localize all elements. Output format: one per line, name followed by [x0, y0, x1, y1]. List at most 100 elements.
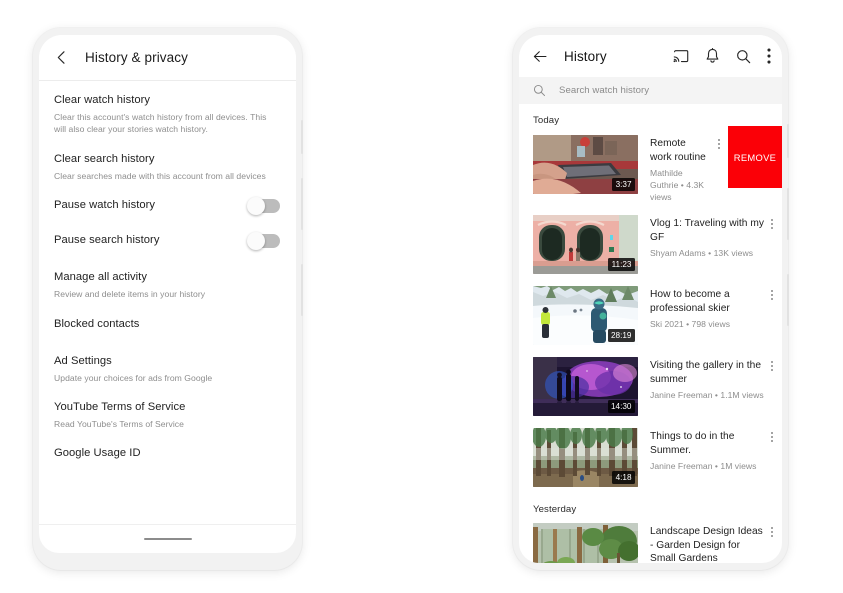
dot: [771, 227, 773, 229]
setting-title: Ad Settings: [54, 354, 112, 367]
section-label-yesterday: Yesterday: [533, 504, 577, 515]
dot: [771, 369, 773, 371]
dot: [771, 298, 773, 300]
youtube-history-screen: History Search watch history Today 3:37 …: [519, 35, 782, 563]
back-chevron-icon[interactable]: [53, 49, 70, 66]
setting-title: Blocked contacts: [54, 317, 140, 330]
setting-row-manage-all-activity[interactable]: Manage all activity Review and delete it…: [39, 270, 296, 300]
dot: [771, 432, 773, 434]
video-duration: 14:30: [607, 400, 635, 413]
video-duration: 4:18: [612, 471, 635, 484]
search-icon: [533, 84, 546, 97]
video-title: How to become a professional skier: [650, 289, 730, 314]
settings-list: Clear watch history Clear this account's…: [39, 81, 296, 461]
dot: [718, 147, 720, 149]
video-overflow-menu-icon[interactable]: [765, 523, 779, 537]
setting-text: Pause search history: [54, 233, 239, 248]
setting-text: Clear search history Clear searches made…: [54, 152, 280, 182]
history-item[interactable]: 28:19 How to become a professional skier…: [519, 286, 782, 345]
video-thumbnail[interactable]: 28:19: [533, 286, 638, 345]
setting-row-clear-watch-history[interactable]: Clear watch history Clear this account's…: [39, 93, 296, 136]
setting-title: Pause watch history: [54, 199, 156, 212]
home-indicator-area: [39, 524, 296, 553]
overflow-menu-icon[interactable]: [767, 48, 771, 64]
dot: [771, 219, 773, 221]
dot: [771, 361, 773, 363]
remove-swipe-action-button[interactable]: REMOVE: [728, 126, 782, 188]
video-title: Visiting the gallery in the summer: [650, 360, 762, 385]
video-info: Visiting the gallery in the summer Janin…: [638, 357, 765, 401]
youtube-header: History: [519, 35, 782, 77]
setting-subtitle: Read YouTube's Terms of Service: [54, 419, 184, 430]
history-item[interactable]: 3:37 Remote work routine Mathilde Guthri…: [519, 126, 782, 203]
dot: [771, 436, 773, 438]
setting-title: Pause search history: [54, 234, 160, 247]
pause-watch-history-toggle[interactable]: [247, 196, 280, 215]
setting-row-ad-settings[interactable]: Ad Settings Update your choices for ads …: [39, 354, 296, 384]
back-arrow-icon[interactable]: [532, 49, 549, 64]
phone-device-youtube: History Search watch history Today 3:37 …: [513, 28, 789, 570]
settings-screen: History & privacy Clear watch history Cl…: [39, 35, 296, 553]
video-title: Things to do in the Summer.: [650, 431, 735, 456]
search-watch-history-bar[interactable]: Search watch history: [519, 77, 782, 104]
video-thumbnail[interactable]: 14:30: [533, 357, 638, 416]
dot: [771, 527, 773, 529]
setting-row-pause-search-history[interactable]: Pause search history: [39, 231, 296, 250]
home-indicator[interactable]: [143, 537, 192, 541]
video-thumbnail[interactable]: 4:18: [533, 428, 638, 487]
dot: [771, 440, 773, 442]
setting-text: Pause watch history: [54, 198, 239, 213]
history-item[interactable]: 14:30 Visiting the gallery in the summer…: [519, 357, 782, 416]
video-thumbnail[interactable]: 11:23: [533, 215, 638, 274]
video-overflow-menu-icon[interactable]: [765, 428, 779, 442]
thumbnail-image-garden-fence-greenery: [533, 523, 638, 563]
setting-text: Ad Settings Update your choices for ads …: [54, 354, 280, 384]
setting-row-google-usage-id[interactable]: Google Usage ID: [39, 446, 296, 461]
search-icon[interactable]: [736, 49, 751, 64]
video-metadata: Ski 2021 • 798 views: [650, 319, 731, 329]
video-overflow-menu-icon[interactable]: [765, 286, 779, 300]
video-info: Remote work routine Mathilde Guthrie • 4…: [638, 135, 712, 203]
setting-text: Blocked contacts: [54, 317, 280, 332]
video-overflow-menu-icon[interactable]: [765, 357, 779, 371]
history-item[interactable]: Landscape Design Ideas - Garden Design f…: [519, 523, 782, 563]
cast-icon[interactable]: [673, 49, 689, 63]
setting-title: Clear search history: [54, 152, 155, 165]
history-item[interactable]: 4:18 Things to do in the Summer. Janine …: [519, 428, 782, 487]
setting-row-pause-watch-history[interactable]: Pause watch history: [39, 196, 296, 215]
video-metadata: Mathilde Guthrie • 4.3K views: [650, 168, 705, 202]
video-overflow-menu-icon[interactable]: [712, 135, 726, 149]
settings-header: History & privacy: [39, 35, 296, 81]
dot: [771, 294, 773, 296]
page-title: History & privacy: [85, 50, 188, 65]
video-info: How to become a professional skier Ski 2…: [638, 286, 765, 330]
video-metadata: Janine Freeman • 1M views: [650, 461, 757, 471]
setting-title: Manage all activity: [54, 271, 147, 284]
notifications-bell-icon[interactable]: [705, 48, 720, 64]
setting-text: YouTube Terms of Service Read YouTube's …: [54, 400, 280, 430]
video-overflow-menu-icon[interactable]: [765, 215, 779, 229]
pause-search-history-toggle[interactable]: [247, 231, 280, 250]
video-thumbnail[interactable]: [533, 523, 638, 563]
bezel-highlight: [301, 120, 303, 154]
setting-row-blocked-contacts[interactable]: Blocked contacts: [39, 317, 296, 332]
phone-device-settings: History & privacy Clear watch history Cl…: [33, 28, 303, 570]
video-info: Things to do in the Summer. Janine Freem…: [638, 428, 765, 472]
video-title: Remote work routine: [650, 138, 706, 163]
video-metadata: Janine Freeman • 1.1M views: [650, 390, 764, 400]
bezel-highlight: [787, 124, 789, 158]
setting-row-clear-search-history[interactable]: Clear search history Clear searches made…: [39, 152, 296, 182]
dot: [718, 143, 720, 145]
setting-title: YouTube Terms of Service: [54, 401, 186, 414]
history-item[interactable]: 11:23 Vlog 1: Traveling with my GF Shyam…: [519, 215, 782, 274]
video-duration: 3:37: [612, 178, 635, 191]
bezel-highlight: [301, 264, 303, 316]
toggle-knob: [247, 231, 265, 250]
bezel-highlight: [787, 274, 789, 326]
dot: [771, 365, 773, 367]
video-info: Vlog 1: Traveling with my GF Shyam Adams…: [638, 215, 765, 259]
search-input[interactable]: Search watch history: [559, 85, 649, 96]
video-thumbnail[interactable]: 3:37: [533, 135, 638, 194]
setting-row-youtube-terms-of-service[interactable]: YouTube Terms of Service Read YouTube's …: [39, 400, 296, 430]
video-info: Landscape Design Ideas - Garden Design f…: [638, 523, 765, 563]
